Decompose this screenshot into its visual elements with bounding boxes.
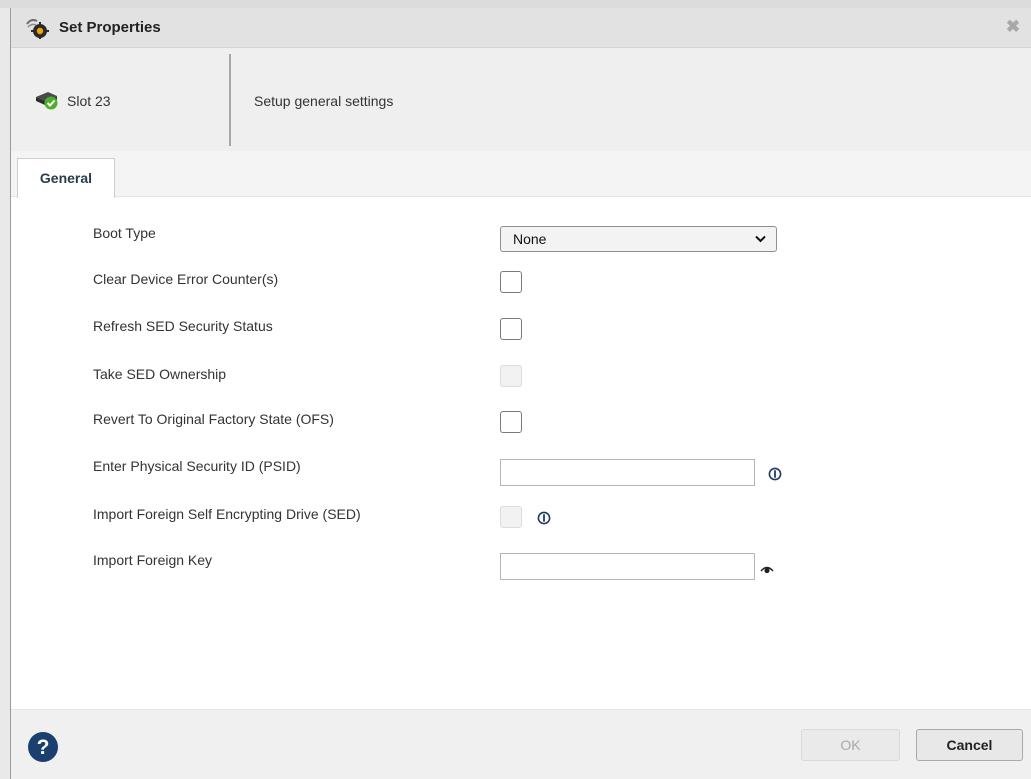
chevron-down-icon: [755, 235, 766, 243]
set-properties-dialog: Set Properties ✖ Slot 23 Setup general s…: [10, 8, 1031, 779]
close-icon[interactable]: ✖: [1003, 17, 1023, 37]
header-divider: [229, 54, 231, 146]
slot-label: Slot 23: [67, 93, 111, 109]
show-password-eye-icon[interactable]: [760, 564, 774, 574]
info-icon[interactable]: [768, 467, 782, 481]
refresh-sed-checkbox[interactable]: [500, 318, 522, 340]
svg-text:?: ?: [37, 736, 50, 759]
psid-input[interactable]: [500, 459, 755, 486]
revert-ofs-label: Revert To Original Factory State (OFS): [93, 411, 334, 427]
gear-dialog-icon: [26, 19, 49, 39]
boot-type-select[interactable]: None: [500, 226, 777, 252]
ok-button[interactable]: OK: [801, 729, 900, 761]
help-icon[interactable]: ?: [27, 731, 59, 763]
header-description: Setup general settings: [254, 93, 394, 109]
background-app-strip: [0, 0, 1031, 8]
dialog-title: Set Properties: [59, 19, 161, 36]
boot-type-label: Boot Type: [93, 225, 156, 241]
clear-error-checkbox[interactable]: [500, 271, 522, 293]
take-ownership-checkbox: [500, 365, 522, 387]
dialog-header: Slot 23 Setup general settings: [11, 48, 1031, 151]
tab-general[interactable]: General: [17, 158, 115, 198]
drive-status-ok-icon: [36, 92, 58, 110]
dialog-titlebar[interactable]: Set Properties ✖: [11, 8, 1031, 48]
cancel-button[interactable]: Cancel: [916, 729, 1023, 761]
clear-error-label: Clear Device Error Counter(s): [93, 271, 279, 287]
import-sed-label: Import Foreign Self Encrypting Drive (SE…: [93, 506, 361, 522]
import-sed-checkbox: [500, 506, 522, 528]
refresh-sed-label: Refresh SED Security Status: [93, 318, 273, 334]
psid-label: Enter Physical Security ID (PSID): [93, 458, 301, 474]
tab-bar: General: [11, 151, 1031, 198]
info-icon[interactable]: [537, 511, 551, 525]
dialog-footer: ? OK Cancel: [11, 709, 1031, 779]
foreign-key-input[interactable]: [500, 553, 755, 580]
foreign-key-label: Import Foreign Key: [93, 552, 213, 568]
take-ownership-label: Take SED Ownership: [93, 366, 227, 382]
revert-ofs-checkbox[interactable]: [500, 411, 522, 433]
boot-type-value: None: [513, 231, 547, 247]
